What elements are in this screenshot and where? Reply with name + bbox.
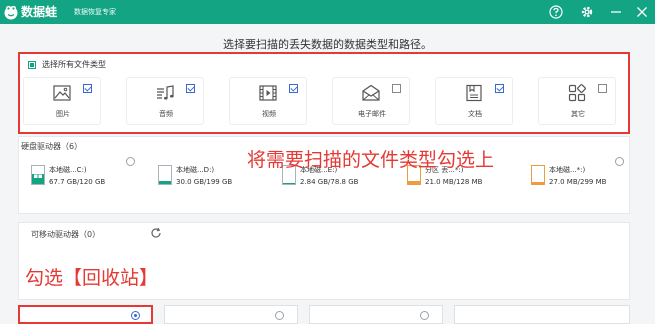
help-button[interactable]	[548, 4, 564, 20]
type-checkbox-video[interactable]	[289, 84, 298, 93]
drive-radio[interactable]	[126, 157, 135, 166]
select-all-checkbox[interactable]	[28, 60, 36, 69]
refresh-icon[interactable]	[150, 227, 162, 239]
email-icon	[362, 84, 380, 101]
video-icon	[259, 85, 277, 101]
drive-size: 27.0 MB/299 MB	[549, 178, 607, 186]
hard-drive-icon	[158, 165, 172, 185]
file-types-panel: 选择所有文件类型 图片 音频 视频 电子邮件 文档 其它	[18, 52, 630, 134]
document-icon	[466, 84, 482, 102]
location-card[interactable]	[454, 305, 630, 324]
type-checkbox-audio[interactable]	[186, 84, 195, 93]
location-radio[interactable]	[275, 311, 284, 320]
location-card-recycle-bin[interactable]	[18, 305, 153, 324]
type-card-video[interactable]: 视频	[229, 77, 307, 125]
title-bar: 数据蛙 数据恢复专家	[0, 0, 655, 24]
annotation-check-types: 将需要扫描的文件类型勾选上	[247, 149, 495, 171]
select-all-label: 选择所有文件类型	[42, 60, 106, 69]
drive-item[interactable]: 本地磁...C:) 67.7 GB/120 GB	[31, 163, 149, 197]
type-label-image: 图片	[56, 110, 70, 118]
type-checkbox-other[interactable]	[598, 84, 607, 93]
type-card-email[interactable]: 电子邮件	[332, 77, 410, 125]
settings-button[interactable]	[579, 4, 595, 20]
close-icon	[637, 7, 647, 17]
type-card-audio[interactable]: 音频	[126, 77, 204, 125]
settings-icon	[581, 6, 593, 18]
windows-logo-icon	[34, 170, 42, 178]
help-icon	[549, 5, 563, 19]
drive-item[interactable]: 本地磁...*:) 27.0 MB/299 MB	[531, 163, 649, 197]
location-card[interactable]	[164, 305, 298, 324]
type-card-image[interactable]: 图片	[23, 77, 101, 125]
type-checkbox-document[interactable]	[495, 84, 504, 93]
hard-drives-title: 硬盘驱动器（6）	[21, 142, 83, 151]
drive-radio[interactable]	[615, 157, 624, 166]
type-label-other: 其它	[571, 110, 585, 118]
type-label-document: 文档	[468, 110, 482, 118]
instruction-text: 选择要扫描的丢失数据的数据类型和路径。	[223, 38, 432, 51]
drive-name: 本地磁...*:)	[549, 166, 586, 174]
annotation-check-recycle-bin: 勾选【回收站】	[25, 267, 159, 289]
minimize-button[interactable]	[608, 4, 624, 20]
type-card-document[interactable]: 文档	[435, 77, 513, 125]
minimize-icon	[611, 11, 621, 13]
location-card[interactable]	[309, 305, 443, 324]
other-icon	[568, 84, 586, 102]
drive-size: 67.7 GB/120 GB	[49, 178, 106, 186]
type-card-other[interactable]: 其它	[538, 77, 616, 125]
type-label-email: 电子邮件	[358, 110, 386, 118]
location-radio[interactable]	[131, 311, 140, 320]
frog-logo-icon	[4, 5, 18, 20]
image-icon	[53, 85, 71, 101]
drive-size: 2.84 GB/78.8 GB	[300, 178, 359, 186]
select-all-types[interactable]: 选择所有文件类型	[28, 59, 106, 70]
drive-size: 21.0 MB/128 MB	[425, 178, 483, 186]
type-label-video: 视频	[262, 110, 276, 118]
drive-size: 30.0 GB/199 GB	[176, 178, 233, 186]
type-checkbox-image[interactable]	[83, 84, 92, 93]
type-checkbox-email[interactable]	[392, 84, 401, 93]
removable-drives-title: 可移动驱动器（0）	[31, 230, 101, 239]
hard-drive-icon	[31, 165, 45, 185]
close-button[interactable]	[634, 4, 650, 20]
drive-name: 本地磁...D:)	[176, 166, 215, 174]
drive-name: 本地磁...C:)	[49, 166, 87, 174]
app-name: 数据蛙	[21, 5, 58, 19]
hard-drive-icon	[531, 165, 545, 185]
music-icon	[157, 85, 174, 100]
app-subtitle: 数据恢复专家	[74, 8, 116, 16]
type-label-audio: 音频	[159, 110, 173, 118]
location-radio[interactable]	[420, 311, 429, 320]
